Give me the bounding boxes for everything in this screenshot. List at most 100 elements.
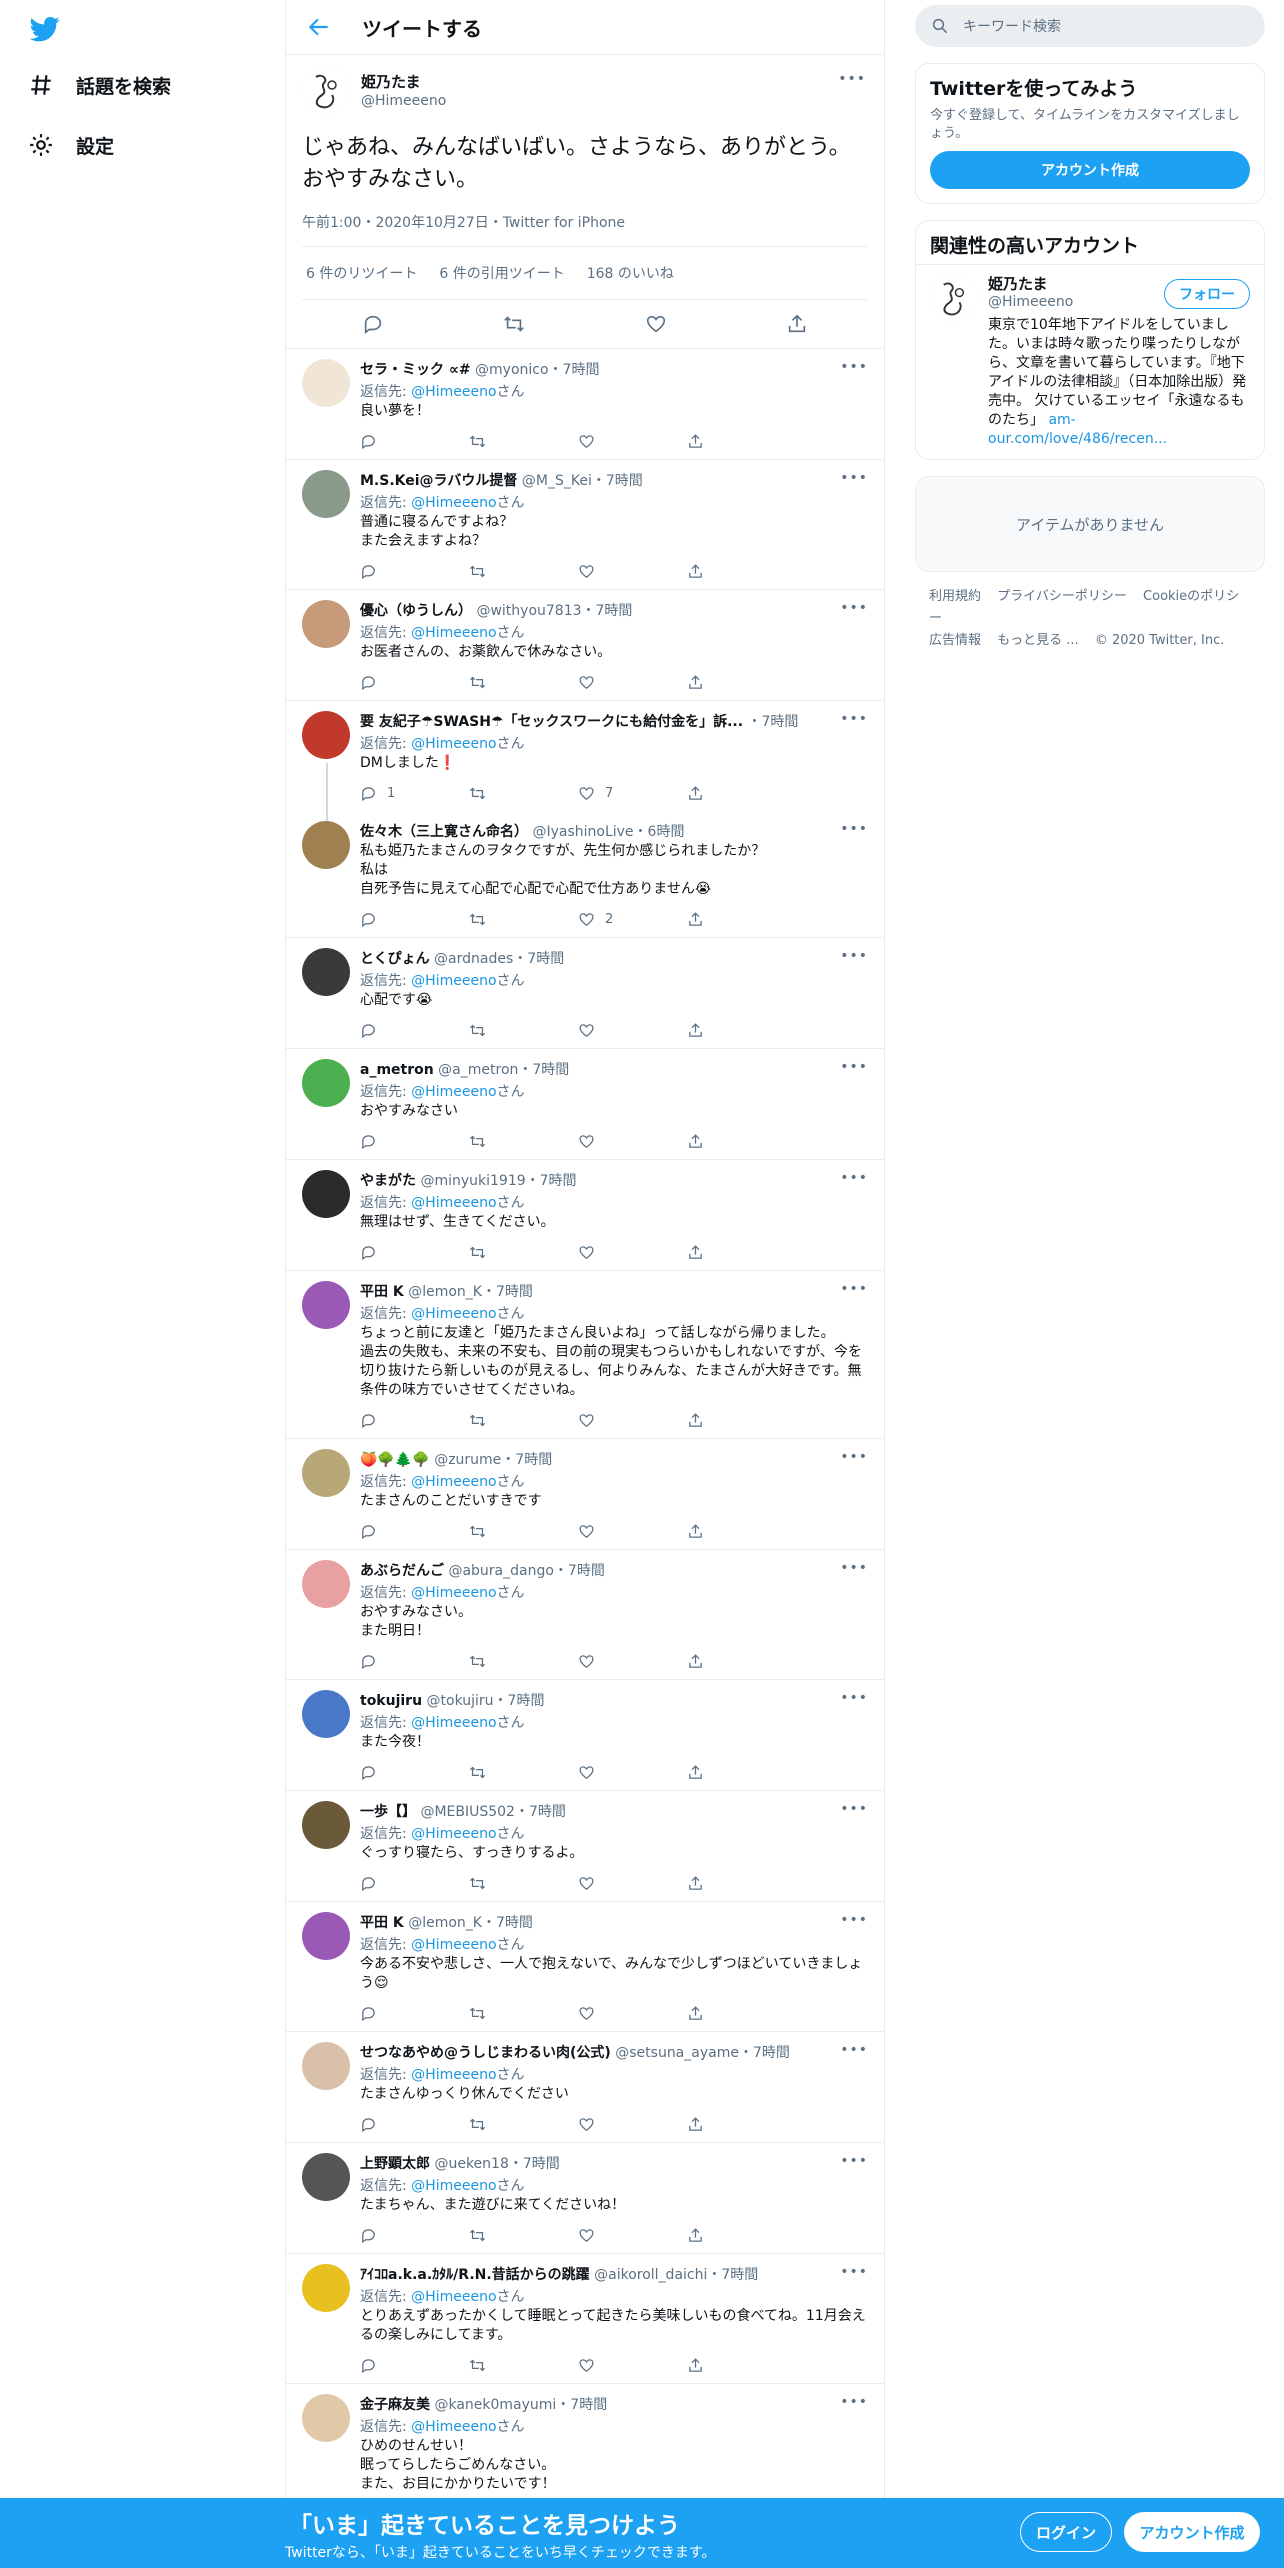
avatar[interactable] — [930, 273, 978, 321]
related-name[interactable]: 姫乃たま — [988, 273, 1073, 294]
share-button[interactable] — [687, 674, 796, 691]
reply-tweet[interactable]: やまがた @minyuki1919・7時間 ••• 返信先: @Himeeenoさん… — [286, 1160, 884, 1271]
reply-author-name[interactable]: 平田 K — [360, 1284, 404, 1300]
ads-link[interactable]: 広告情報 — [929, 633, 981, 648]
like-button[interactable] — [578, 2005, 687, 2022]
avatar[interactable] — [302, 2264, 350, 2312]
more-options-icon[interactable]: ••• — [840, 2042, 868, 2058]
avatar[interactable] — [302, 1281, 350, 1329]
reply-author-handle[interactable]: @MEBIUS502 — [420, 1804, 515, 1820]
reply-author-name[interactable]: 一歩【】 — [360, 1804, 416, 1820]
reply-author-name[interactable]: tokujiru — [360, 1693, 422, 1709]
like-count[interactable]: 168 のいいね — [587, 263, 674, 283]
retweet-button[interactable] — [469, 674, 578, 691]
reply-time[interactable]: ・7時間 — [513, 951, 564, 967]
reply-button[interactable]: 1 — [360, 785, 469, 802]
avatar[interactable] — [302, 1801, 350, 1849]
reply-to-user[interactable]: @Himeeeno — [411, 1585, 496, 1601]
like-icon[interactable] — [645, 313, 667, 335]
related-account[interactable]: 姫乃たま @Himeeeno フォロー 東京で10年地下アイドルをしていました。… — [916, 264, 1264, 459]
avatar[interactable] — [302, 1170, 350, 1218]
reply-icon[interactable] — [362, 313, 384, 335]
retweet-button[interactable] — [469, 1875, 578, 1892]
more-options-icon[interactable]: ••• — [840, 1912, 868, 1928]
avatar[interactable] — [302, 1449, 350, 1497]
reply-button[interactable] — [360, 2227, 469, 2244]
reply-to-user[interactable]: @Himeeeno — [411, 2289, 496, 2305]
reply-button[interactable] — [360, 674, 469, 691]
reply-time[interactable]: ・7時間 — [549, 362, 600, 378]
reply-tweet[interactable]: ｱｲｺﾛa.k.a.ｶﾀﾙ/R.N.昔話からの跳躍 @aikoroll_daic… — [286, 2254, 884, 2384]
reply-time[interactable]: ・7時間 — [509, 2156, 560, 2172]
reply-author-name[interactable]: 金子麻友美 — [360, 2397, 430, 2413]
share-button[interactable] — [687, 2005, 796, 2022]
reply-author-handle[interactable]: @aikoroll_daichi — [594, 2267, 707, 2283]
reply-time[interactable]: ・7時間 — [554, 1563, 605, 1579]
retweet-button[interactable] — [469, 1412, 578, 1429]
avatar[interactable] — [302, 359, 350, 407]
like-button[interactable] — [578, 1764, 687, 1781]
reply-author-name[interactable]: 上野顕太郎 — [360, 2156, 430, 2172]
like-button[interactable]: 7 — [578, 785, 687, 802]
reply-time[interactable]: ・7時間 — [556, 2397, 607, 2413]
retweet-button[interactable] — [469, 2005, 578, 2022]
reply-time[interactable]: ・6時間 — [634, 824, 685, 840]
reply-tweet[interactable]: 要 友紀子☂SWASH☂「セックスワークにも給付金を」訴... ・7時間 ••• 返… — [286, 701, 884, 823]
reply-tweet[interactable]: セラ・ミック ∝# @myonico・7時間 ••• 返信先: @Himeeenoさ… — [286, 349, 884, 460]
retweet-button[interactable] — [469, 2116, 578, 2133]
reply-tweet[interactable]: tokujiru @tokujiru・7時間 ••• 返信先: @Himeeenoさ… — [286, 1680, 884, 1791]
search-box[interactable]: キーワード検索 — [915, 5, 1265, 47]
reply-author-name[interactable]: ｱｲｺﾛa.k.a.ｶﾀﾙ/R.N.昔話からの跳躍 — [360, 2267, 590, 2283]
like-button[interactable] — [578, 563, 687, 580]
reply-to-user[interactable]: @Himeeeno — [411, 1715, 496, 1731]
reply-author-handle[interactable]: @a_metron — [438, 1062, 518, 1078]
reply-button[interactable] — [360, 563, 469, 580]
reply-to-user[interactable]: @Himeeeno — [411, 1826, 496, 1842]
follow-button[interactable]: フォロー — [1164, 279, 1250, 309]
retweet-button[interactable] — [469, 785, 578, 802]
reply-tweet[interactable]: 優心（ゆうしん） @withyou7813・7時間 ••• 返信先: @Himeee… — [286, 590, 884, 701]
reply-button[interactable] — [360, 2005, 469, 2022]
share-button[interactable] — [687, 2357, 796, 2374]
retweet-button[interactable] — [469, 1523, 578, 1540]
reply-author-handle[interactable]: @kanek0mayumi — [434, 2397, 556, 2413]
reply-time[interactable]: ・7時間 — [501, 1452, 552, 1468]
signup-button[interactable]: アカウント作成 — [1124, 2512, 1260, 2552]
share-button[interactable] — [687, 1875, 796, 1892]
more-link[interactable]: もっと見る ... — [997, 633, 1079, 648]
reply-time[interactable]: ・7時間 — [526, 1173, 577, 1189]
reply-to-user[interactable]: @Himeeeno — [411, 2178, 496, 2194]
reply-author-name[interactable]: 優心（ゆうしん） — [360, 603, 472, 619]
retweet-button[interactable] — [469, 1133, 578, 1150]
reply-author-handle[interactable]: @lemon_K — [408, 1915, 482, 1931]
reply-button[interactable] — [360, 2116, 469, 2133]
like-button[interactable] — [578, 2116, 687, 2133]
retweet-button[interactable] — [469, 1022, 578, 1039]
avatar[interactable] — [302, 1690, 350, 1738]
retweet-button[interactable] — [469, 2357, 578, 2374]
like-button[interactable] — [578, 674, 687, 691]
reply-author-name[interactable]: 🍑🌳🌲🌳 — [360, 1452, 430, 1468]
reply-button[interactable] — [360, 1022, 469, 1039]
reply-author-handle[interactable]: @IyashinoLive — [532, 824, 633, 840]
reply-tweet[interactable]: a_metron @a_metron・7時間 ••• 返信先: @Himeeenoさ… — [286, 1049, 884, 1160]
reply-button[interactable] — [360, 1244, 469, 1261]
retweet-count[interactable]: 6 件のリツイート — [306, 263, 417, 283]
retweet-button[interactable] — [469, 563, 578, 580]
reply-time[interactable]: ・7時間 — [707, 2267, 758, 2283]
share-icon[interactable] — [786, 313, 808, 335]
reply-author-name[interactable]: せつなあやめ@うしじまわるい肉(公式) — [360, 2045, 611, 2061]
share-button[interactable] — [687, 1412, 796, 1429]
avatar[interactable] — [302, 65, 351, 114]
reply-button[interactable] — [360, 1412, 469, 1429]
reply-button[interactable] — [360, 1523, 469, 1540]
reply-button[interactable] — [360, 433, 469, 450]
more-options-icon[interactable]: ••• — [840, 1170, 868, 1186]
reply-time[interactable]: ・7時間 — [482, 1284, 533, 1300]
reply-button[interactable] — [360, 1653, 469, 1670]
terms-link[interactable]: 利用規約 — [929, 589, 981, 604]
avatar[interactable] — [302, 821, 350, 869]
share-button[interactable] — [687, 1764, 796, 1781]
related-handle[interactable]: @Himeeeno — [988, 294, 1073, 310]
reply-author-name[interactable]: 要 友紀子☂SWASH☂「セックスワークにも給付金を」訴... — [360, 714, 743, 730]
